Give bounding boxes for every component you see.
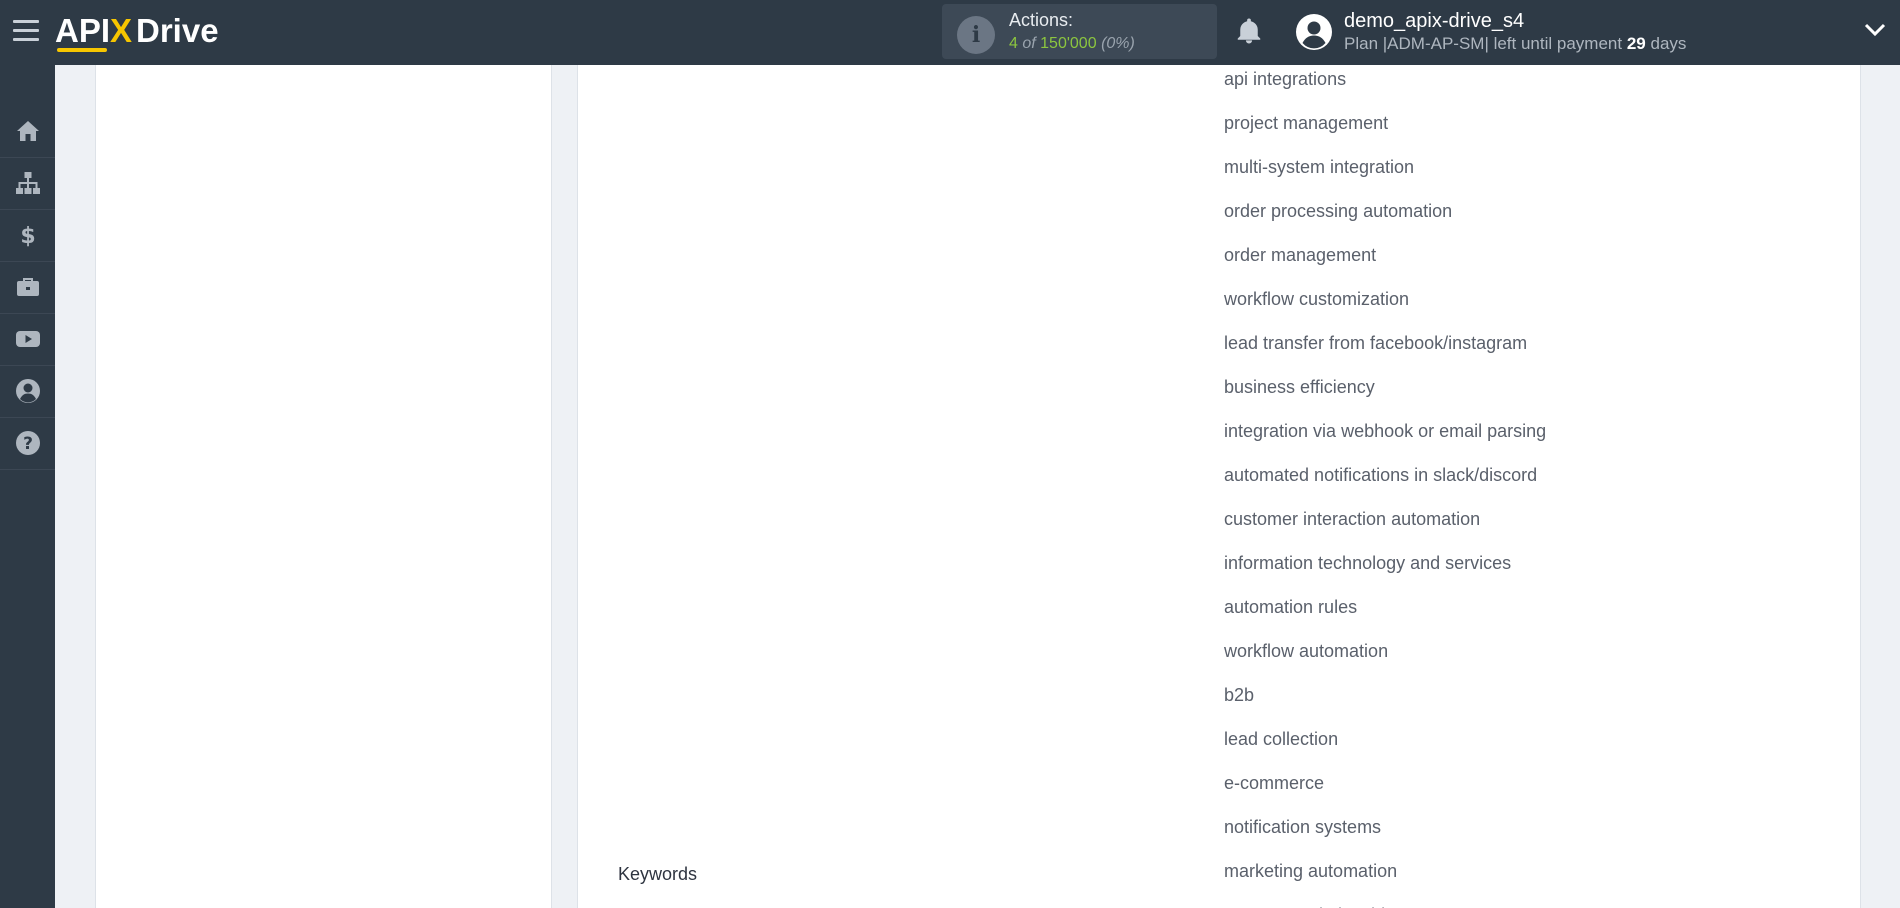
menu-toggle-icon[interactable]: [13, 20, 39, 42]
list-item: api integrations: [1224, 69, 1347, 89]
logo[interactable]: API X Drive: [55, 9, 245, 53]
actions-label: Actions:: [1009, 10, 1074, 30]
list-item: b2b: [1224, 685, 1255, 705]
sidebar-item-connections[interactable]: [0, 157, 55, 210]
plan-suffix: days: [1650, 34, 1687, 53]
apix-drive-logo: API X Drive: [55, 12, 219, 52]
svg-text:$: $: [20, 224, 35, 248]
help-icon: ?: [15, 431, 40, 455]
sidebar-item-home[interactable]: [0, 105, 55, 158]
keywords-value-list: api integrations project management mult…: [1224, 65, 1546, 908]
actions-used: 4: [1009, 35, 1018, 52]
svg-text:Drive: Drive: [136, 12, 219, 49]
list-item: customer relationship management: [1224, 893, 1546, 908]
sidebar-item-services[interactable]: [0, 261, 55, 314]
actions-count: 4 of 150'000 (0%): [1009, 35, 1135, 53]
plan-prefix: Plan |ADM-AP-SM| left until payment: [1344, 34, 1623, 53]
youtube-icon: [15, 331, 40, 347]
briefcase-icon: [16, 278, 39, 296]
sidebar: $ ?: [0, 65, 55, 908]
bell-icon[interactable]: [1234, 16, 1264, 46]
actions-percent: (0%): [1101, 35, 1135, 52]
list-item: order management: [1224, 245, 1377, 265]
sidebar-item-billing[interactable]: $: [0, 209, 55, 262]
plan-days: 29: [1626, 34, 1646, 53]
list-item: lead collection: [1224, 729, 1339, 749]
dollar-icon: $: [20, 224, 35, 248]
svg-text:API: API: [55, 12, 110, 49]
top-bar: API X Drive i Actions: 4 of 150'000 (0%)…: [0, 0, 1900, 65]
avatar[interactable]: [1296, 14, 1332, 50]
svg-text:X: X: [110, 12, 132, 49]
sidebar-item-videos[interactable]: [0, 313, 55, 366]
actions-of: of: [1022, 35, 1036, 52]
list-item: customer interaction automation: [1224, 509, 1481, 529]
svg-text:?: ?: [23, 434, 33, 454]
actions-total: 150'000: [1040, 35, 1097, 52]
keywords-label: Keywords: [618, 864, 698, 884]
list-item: information technology and services: [1224, 553, 1512, 573]
list-item: automated notifications in slack/discord: [1224, 465, 1538, 485]
sidebar-item-account[interactable]: [0, 365, 55, 418]
list-item: automation rules: [1224, 597, 1358, 617]
list-item: lead transfer from facebook/instagram: [1224, 333, 1528, 353]
sitemap-icon: [15, 172, 40, 194]
list-item: project management: [1224, 113, 1389, 133]
list-item: business efficiency: [1224, 377, 1375, 397]
list-item: multi-system integration: [1224, 157, 1415, 177]
list-item: e-commerce: [1224, 773, 1325, 793]
sidebar-item-help[interactable]: ?: [0, 417, 55, 470]
home-icon: [16, 121, 39, 141]
list-item: workflow customization: [1224, 289, 1410, 309]
main-panel: api integrations project management mult…: [577, 65, 1861, 908]
actions-counter[interactable]: i Actions: 4 of 150'000 (0%): [942, 4, 1217, 59]
list-item: notification systems: [1224, 817, 1382, 837]
list-item: workflow automation: [1224, 641, 1389, 661]
username[interactable]: demo_apix-drive_s4: [1344, 10, 1524, 33]
list-item: integration via webhook or email parsing: [1224, 421, 1547, 441]
plan-info: Plan |ADM-AP-SM| left until payment 29 d…: [1344, 34, 1686, 54]
list-item: order processing automation: [1224, 201, 1453, 221]
left-panel: [95, 65, 552, 908]
chevron-down-icon[interactable]: [1864, 22, 1886, 38]
info-icon: i: [957, 16, 995, 54]
list-item: marketing automation: [1224, 861, 1398, 881]
user-circle-icon: [15, 379, 40, 403]
